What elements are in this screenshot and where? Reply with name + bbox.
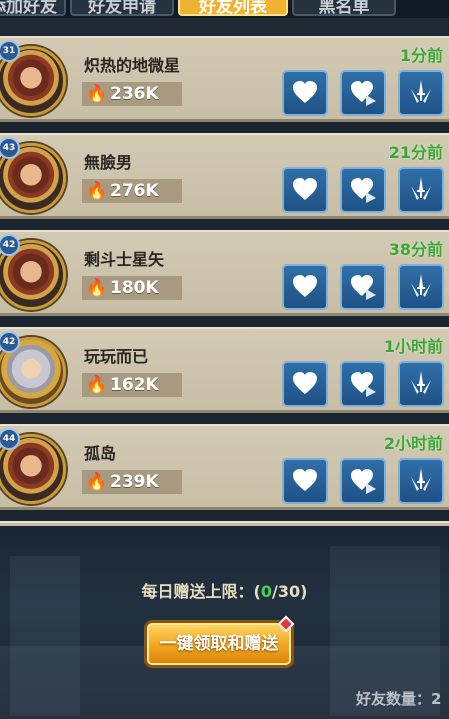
swords-icon <box>411 80 431 103</box>
tab-bar: 添加好友 好友申请 好友列表 黑名单 <box>0 0 449 18</box>
send-heart-button[interactable] <box>282 264 328 310</box>
swords-icon <box>411 177 431 200</box>
heart-send-icon <box>351 275 376 300</box>
gift-heart-button[interactable] <box>340 361 386 407</box>
heart-icon <box>293 81 317 103</box>
heart-icon <box>293 469 317 491</box>
friend-count: 好友数量：2 <box>356 690 442 708</box>
last-online-time: 2小时前 <box>383 434 443 453</box>
friend-name: 無臉男 <box>84 153 133 172</box>
friend-row: 42 玩玩而已 🔥 162K 1小时前 <box>0 327 449 413</box>
heart-send-icon <box>351 178 376 203</box>
swords-icon <box>411 274 431 297</box>
challenge-button[interactable] <box>398 361 444 407</box>
power-value: 239K <box>110 472 159 492</box>
power-value: 236K <box>110 84 159 104</box>
flame-icon: 🔥 <box>86 278 108 298</box>
power-value: 276K <box>110 181 159 201</box>
power-value: 162K <box>110 375 159 395</box>
friend-row: 43 無臉男 🔥 276K 21分前 <box>0 133 449 219</box>
power-badge: 🔥 239K <box>82 470 182 494</box>
gift-heart-button[interactable] <box>340 458 386 504</box>
flame-icon: 🔥 <box>86 181 108 201</box>
flame-icon: 🔥 <box>86 84 108 104</box>
friend-name: 剩斗士星矢 <box>84 250 165 269</box>
send-heart-button[interactable] <box>282 70 328 116</box>
gift-heart-button[interactable] <box>340 167 386 213</box>
daily-limit-current: 0 <box>260 582 273 601</box>
power-badge: 🔥 180K <box>82 276 182 300</box>
gift-heart-button[interactable] <box>340 264 386 310</box>
flame-icon: 🔥 <box>86 472 108 492</box>
swords-icon <box>411 371 431 394</box>
last-online-time: 1分前 <box>399 46 443 65</box>
claim-and-gift-all-button[interactable]: 一键领取和赠送 <box>144 620 294 668</box>
friend-name: 玩玩而已 <box>84 347 149 366</box>
tab-blacklist[interactable]: 黑名单 <box>292 0 396 16</box>
tab-friend-list[interactable]: 好友列表 <box>178 0 288 16</box>
friend-row: 44 孤岛 🔥 239K 2小时前 <box>0 424 449 510</box>
friend-name: 炽热的地微星 <box>84 56 181 75</box>
challenge-button[interactable] <box>398 264 444 310</box>
gift-heart-button[interactable] <box>340 70 386 116</box>
challenge-button[interactable] <box>398 70 444 116</box>
friend-row: 31 炽热的地微星 🔥 236K 1分前 <box>0 36 449 122</box>
daily-limit-label: 每日赠送上限：( <box>141 582 261 601</box>
flame-icon: 🔥 <box>86 375 108 395</box>
friend-list[interactable]: 31 炽热的地微星 🔥 236K 1分前 43 無臉男 🔥 276K 21分前 <box>0 36 449 526</box>
swords-icon <box>411 468 431 491</box>
power-badge: 🔥 162K <box>82 373 182 397</box>
power-badge: 🔥 276K <box>82 179 182 203</box>
last-online-time: 21分前 <box>388 143 443 162</box>
challenge-button[interactable] <box>398 458 444 504</box>
tab-add-friend[interactable]: 添加好友 <box>0 0 66 16</box>
power-badge: 🔥 236K <box>82 82 182 106</box>
heart-icon <box>293 275 317 297</box>
send-heart-button[interactable] <box>282 167 328 213</box>
challenge-button[interactable] <box>398 167 444 213</box>
heart-icon <box>293 178 317 200</box>
daily-gift-limit: 每日赠送上限：(0/30) <box>0 578 449 602</box>
daily-limit-max: /30) <box>272 582 308 601</box>
heart-icon <box>293 372 317 394</box>
send-heart-button[interactable] <box>282 458 328 504</box>
friend-name: 孤岛 <box>84 444 117 463</box>
heart-send-icon <box>351 81 376 106</box>
heart-send-icon <box>351 469 376 494</box>
friend-row: 42 剩斗士星矢 🔥 180K 38分前 <box>0 230 449 316</box>
last-online-time: 1小时前 <box>383 337 443 356</box>
tab-friend-requests[interactable]: 好友申请 <box>70 0 174 16</box>
power-value: 180K <box>110 278 159 298</box>
heart-send-icon <box>351 372 376 397</box>
list-header-strip <box>0 18 449 36</box>
bottom-panel: 每日赠送上限：(0/30) 一键领取和赠送 好友数量：2 <box>0 526 449 719</box>
send-heart-button[interactable] <box>282 361 328 407</box>
last-online-time: 38分前 <box>388 240 443 259</box>
